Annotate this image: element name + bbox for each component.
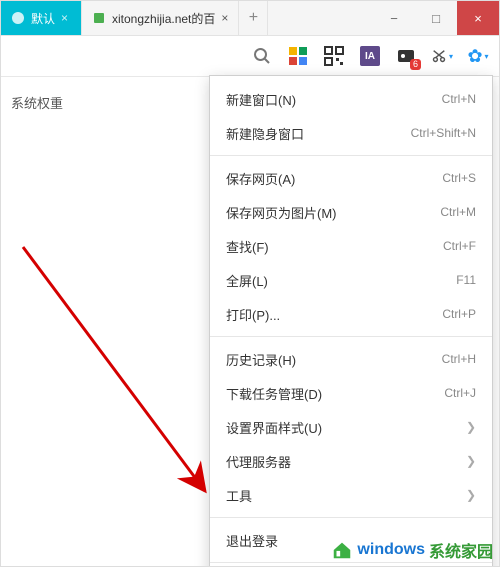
chevron-right-icon: ❯ (466, 420, 476, 434)
favicon-icon (92, 11, 106, 25)
search-icon[interactable] (251, 45, 273, 67)
menu-item-label: 下载任务管理(D) (226, 384, 444, 403)
toolbar: IA 6 ▾ ✿ ▾ (1, 36, 499, 77)
menu-separator (210, 517, 492, 518)
menu-item-label: 历史记录(H) (226, 350, 442, 369)
extension-icon[interactable]: 6 (395, 45, 417, 67)
menu-item[interactable]: 工具❯ (210, 478, 492, 512)
watermark-brand-1: windows (357, 541, 425, 559)
menu-item-shortcut: Ctrl+M (440, 205, 476, 219)
menu-item[interactable]: 新建隐身窗口Ctrl+Shift+N (210, 116, 492, 150)
qrcode-icon[interactable] (323, 45, 345, 67)
menu-item-label: 打印(P)... (226, 305, 442, 324)
close-tab-icon[interactable]: × (221, 11, 228, 25)
settings-menu: 新建窗口(N)Ctrl+N新建隐身窗口Ctrl+Shift+N保存网页(A)Ct… (209, 75, 493, 567)
window-controls: − □ × (373, 1, 499, 35)
menu-separator (210, 562, 492, 563)
menu-item-label: 全屏(L) (226, 271, 456, 290)
close-tab-icon[interactable]: × (61, 11, 68, 25)
menu-item[interactable]: 历史记录(H)Ctrl+H (210, 342, 492, 376)
menu-separator (210, 155, 492, 156)
menu-item-label: 新建隐身窗口 (226, 124, 411, 143)
settings-gear-icon[interactable]: ✿ ▾ (467, 45, 489, 67)
menu-item-label: 保存网页(A) (226, 169, 442, 188)
menu-item[interactable]: 保存网页为图片(M)Ctrl+M (210, 195, 492, 229)
menu-item-label: 查找(F) (226, 237, 443, 256)
menu-item-shortcut: Ctrl+J (444, 386, 476, 400)
chevron-down-icon: ▾ (485, 52, 489, 61)
tab-label: 默认 (31, 10, 55, 27)
house-icon (331, 539, 353, 561)
menu-item-shortcut: Ctrl+F (443, 239, 476, 253)
menu-item[interactable]: 全屏(L)F11 (210, 263, 492, 297)
watermark: windows 系统家园 (331, 538, 493, 562)
gear-icon: ✿ (467, 46, 482, 67)
menu-item-shortcut: Ctrl+S (442, 171, 476, 185)
menu-item[interactable]: 下载任务管理(D)Ctrl+J (210, 376, 492, 410)
new-tab-button[interactable]: + (239, 1, 268, 35)
ia-extension-icon[interactable]: IA (359, 45, 381, 67)
chevron-down-icon: ▾ (449, 52, 453, 61)
tab-active[interactable]: 默认 × (1, 1, 82, 35)
menu-item-shortcut: Ctrl+Shift+N (411, 126, 476, 140)
menu-item[interactable]: 打印(P)...Ctrl+P (210, 297, 492, 331)
menu-item-label: 工具 (226, 486, 466, 505)
scissors-icon[interactable]: ▾ (431, 45, 453, 67)
titlebar: 默认 × xitongzhijia.net的百 × + − □ × (1, 1, 499, 36)
app-window: { "tabs": [ {"label": "默认", "active": tr… (0, 0, 500, 567)
menu-item-label: 保存网页为图片(M) (226, 203, 440, 222)
menu-item-label: 代理服务器 (226, 452, 466, 471)
chevron-right-icon: ❯ (466, 488, 476, 502)
apps-grid-icon[interactable] (287, 45, 309, 67)
tab-label: xitongzhijia.net的百 (112, 10, 215, 27)
menu-item-shortcut: Ctrl+N (442, 92, 476, 106)
menu-item-label: 新建窗口(N) (226, 90, 442, 109)
favicon-icon (11, 11, 25, 25)
menu-item[interactable]: 代理服务器❯ (210, 444, 492, 478)
menu-item[interactable]: 新建窗口(N)Ctrl+N (210, 82, 492, 116)
menu-item[interactable]: 设置界面样式(U)❯ (210, 410, 492, 444)
notification-badge: 6 (410, 59, 421, 70)
tab-inactive[interactable]: xitongzhijia.net的百 × (82, 1, 239, 35)
menu-item-label: 设置界面样式(U) (226, 418, 466, 437)
menu-item-shortcut: F11 (456, 273, 476, 287)
close-window-button[interactable]: × (457, 1, 499, 35)
chevron-right-icon: ❯ (466, 454, 476, 468)
menu-item-shortcut: Ctrl+H (442, 352, 476, 366)
maximize-button[interactable]: □ (415, 1, 457, 35)
page-text: 系统权重 (11, 96, 63, 111)
watermark-brand-2: 系统家园 (429, 538, 493, 562)
menu-item-shortcut: Ctrl+P (442, 307, 476, 321)
menu-item[interactable]: 查找(F)Ctrl+F (210, 229, 492, 263)
annotation-arrow-icon (15, 239, 225, 509)
menu-item[interactable]: 保存网页(A)Ctrl+S (210, 161, 492, 195)
minimize-button[interactable]: − (373, 1, 415, 35)
menu-separator (210, 336, 492, 337)
